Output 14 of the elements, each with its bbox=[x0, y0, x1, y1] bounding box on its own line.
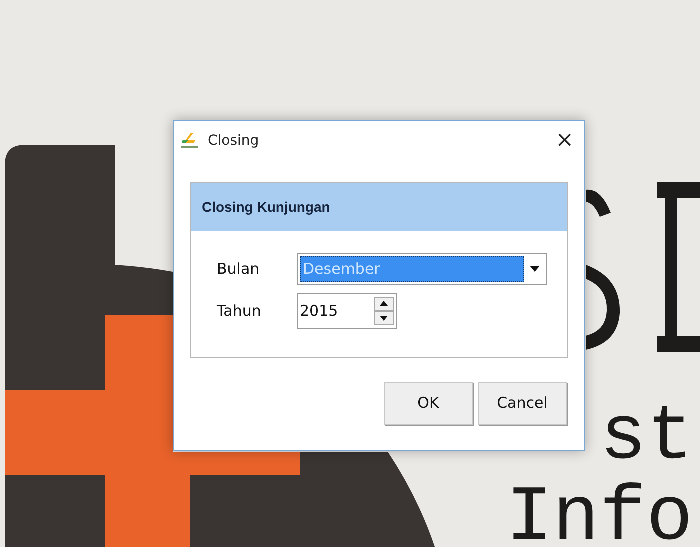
logo-text: st bbox=[600, 399, 694, 477]
logo-text: Info bbox=[506, 480, 694, 547]
close-button[interactable]: × bbox=[556, 130, 574, 152]
field-label: Tahun bbox=[217, 300, 262, 322]
spinner-value: 2015 bbox=[300, 300, 340, 322]
dialog-button[interactable]: Cancel bbox=[478, 382, 567, 425]
dropdown-value: Desember bbox=[300, 256, 524, 282]
dialog-button[interactable]: OK bbox=[384, 382, 473, 425]
panel-heading: Closing Kunjungan bbox=[202, 198, 330, 217]
caret-icon bbox=[530, 266, 540, 272]
app-logo-icon bbox=[180, 132, 200, 150]
year-spinner[interactable]: 2015 bbox=[297, 293, 397, 329]
field-label: Bulan bbox=[217, 258, 261, 280]
window-title: Closing bbox=[208, 132, 260, 150]
